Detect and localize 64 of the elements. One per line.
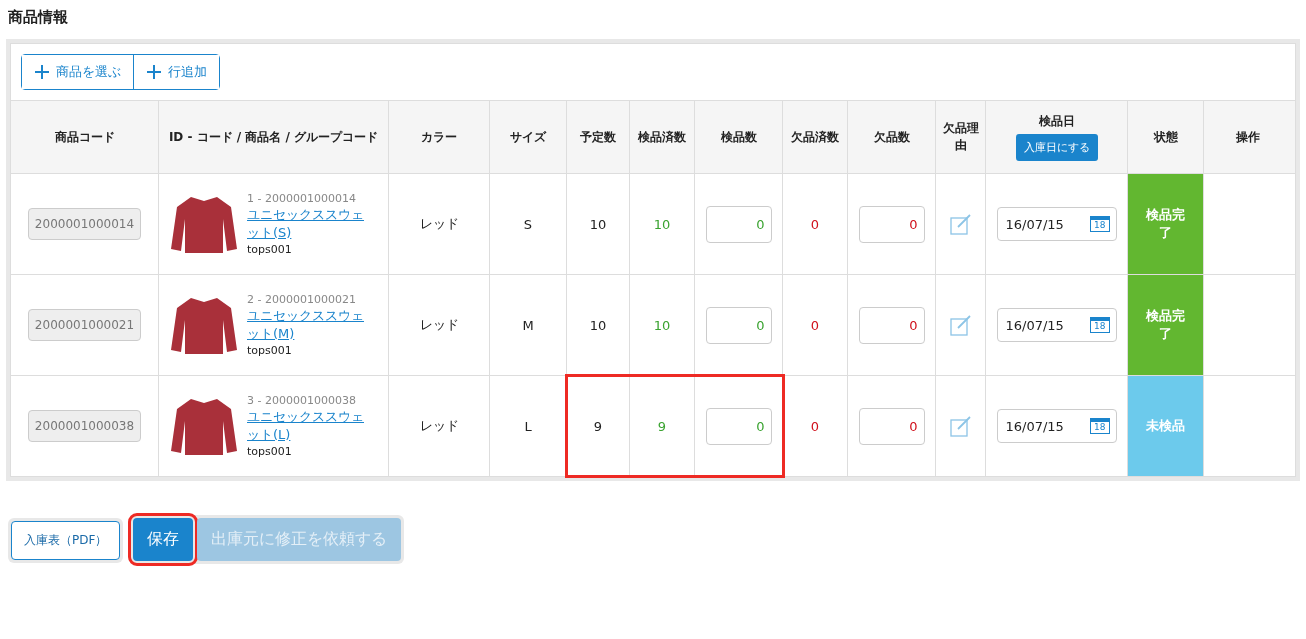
planned-count: 10: [589, 317, 607, 333]
edit-icon[interactable]: [949, 314, 972, 336]
calendar-icon[interactable]: 18: [1090, 215, 1110, 233]
missing-count: 0: [810, 317, 820, 333]
column-header: 検品日: [1038, 113, 1075, 130]
code-field[interactable]: 2000001000014: [27, 208, 142, 240]
missing-quantity-field[interactable]: 0: [858, 306, 925, 344]
missing-quantity-field[interactable]: 0: [858, 205, 925, 243]
product-id: 1 - 2000001000014: [247, 191, 357, 205]
date-field[interactable]: 16/07/15 18: [996, 307, 1117, 343]
size-text: M: [522, 317, 534, 333]
section-title: 商品情報: [8, 8, 69, 27]
missing-quantity-field[interactable]: 0: [858, 407, 925, 445]
column-header: 欠品理由: [941, 120, 980, 154]
pdf-button[interactable]: 入庫表（PDF）: [11, 521, 121, 560]
planned-count: 9: [593, 418, 603, 434]
set-date-button[interactable]: 入庫日にする: [1015, 134, 1098, 161]
inspect-quantity-field[interactable]: 0: [705, 306, 772, 344]
product-id: 3 - 2000001000038: [247, 393, 357, 407]
inspected-count: 10: [653, 317, 671, 333]
column-header: 検品済数: [638, 128, 686, 146]
column-header: 操作: [1235, 128, 1260, 146]
status-cell: 未検品: [1128, 376, 1204, 476]
product-id: 2 - 2000001000021: [247, 292, 357, 306]
status-cell: 検品完了: [1128, 275, 1204, 375]
code-field[interactable]: 2000001000021: [27, 309, 142, 341]
column-header: ID - コード / 商品名 / グループコード: [168, 128, 379, 146]
column-header: サイズ: [510, 128, 546, 146]
product-link[interactable]: ユニセックススウェット(S): [247, 205, 365, 243]
edit-icon[interactable]: [949, 213, 972, 235]
planned-count: 10: [589, 216, 607, 232]
column-header: 状態: [1153, 128, 1178, 146]
plus-icon: [146, 64, 162, 80]
inspect-quantity-field[interactable]: 0: [705, 407, 772, 445]
missing-count: 0: [810, 216, 820, 232]
plus-icon: [34, 64, 50, 80]
column-header: 欠品数: [873, 128, 910, 146]
product-link[interactable]: ユニセックススウェット(L): [247, 407, 365, 445]
status-cell: 検品完了: [1128, 174, 1204, 274]
calendar-icon[interactable]: 18: [1090, 316, 1110, 334]
date-field[interactable]: 16/07/15 18: [996, 408, 1117, 444]
column-header: カラー: [421, 128, 457, 146]
inspected-count: 10: [653, 216, 671, 232]
add-button[interactable]: 行追加: [133, 55, 219, 89]
inspect-quantity-field[interactable]: 0: [705, 205, 772, 243]
product-link[interactable]: ユニセックススウェット(M): [247, 306, 365, 344]
inspected-count: 9: [657, 418, 667, 434]
group-code: tops001: [247, 243, 293, 257]
group-code: tops001: [247, 344, 293, 358]
column-header: 商品コード: [54, 128, 115, 146]
color-text: レッド: [419, 417, 459, 435]
calendar-icon[interactable]: 18: [1090, 417, 1110, 435]
column-header: 予定数: [580, 128, 616, 146]
size-text: S: [523, 216, 533, 232]
code-field[interactable]: 2000001000038: [27, 410, 142, 442]
column-header: 検品数: [720, 128, 757, 146]
size-text: L: [524, 418, 532, 434]
missing-count: 0: [810, 418, 820, 434]
edit-icon[interactable]: [949, 415, 972, 437]
color-text: レッド: [419, 215, 459, 233]
group-code: tops001: [247, 445, 293, 459]
column-header: 欠品済数: [791, 128, 839, 146]
date-field[interactable]: 16/07/15 18: [996, 206, 1117, 242]
color-text: レッド: [419, 316, 459, 334]
